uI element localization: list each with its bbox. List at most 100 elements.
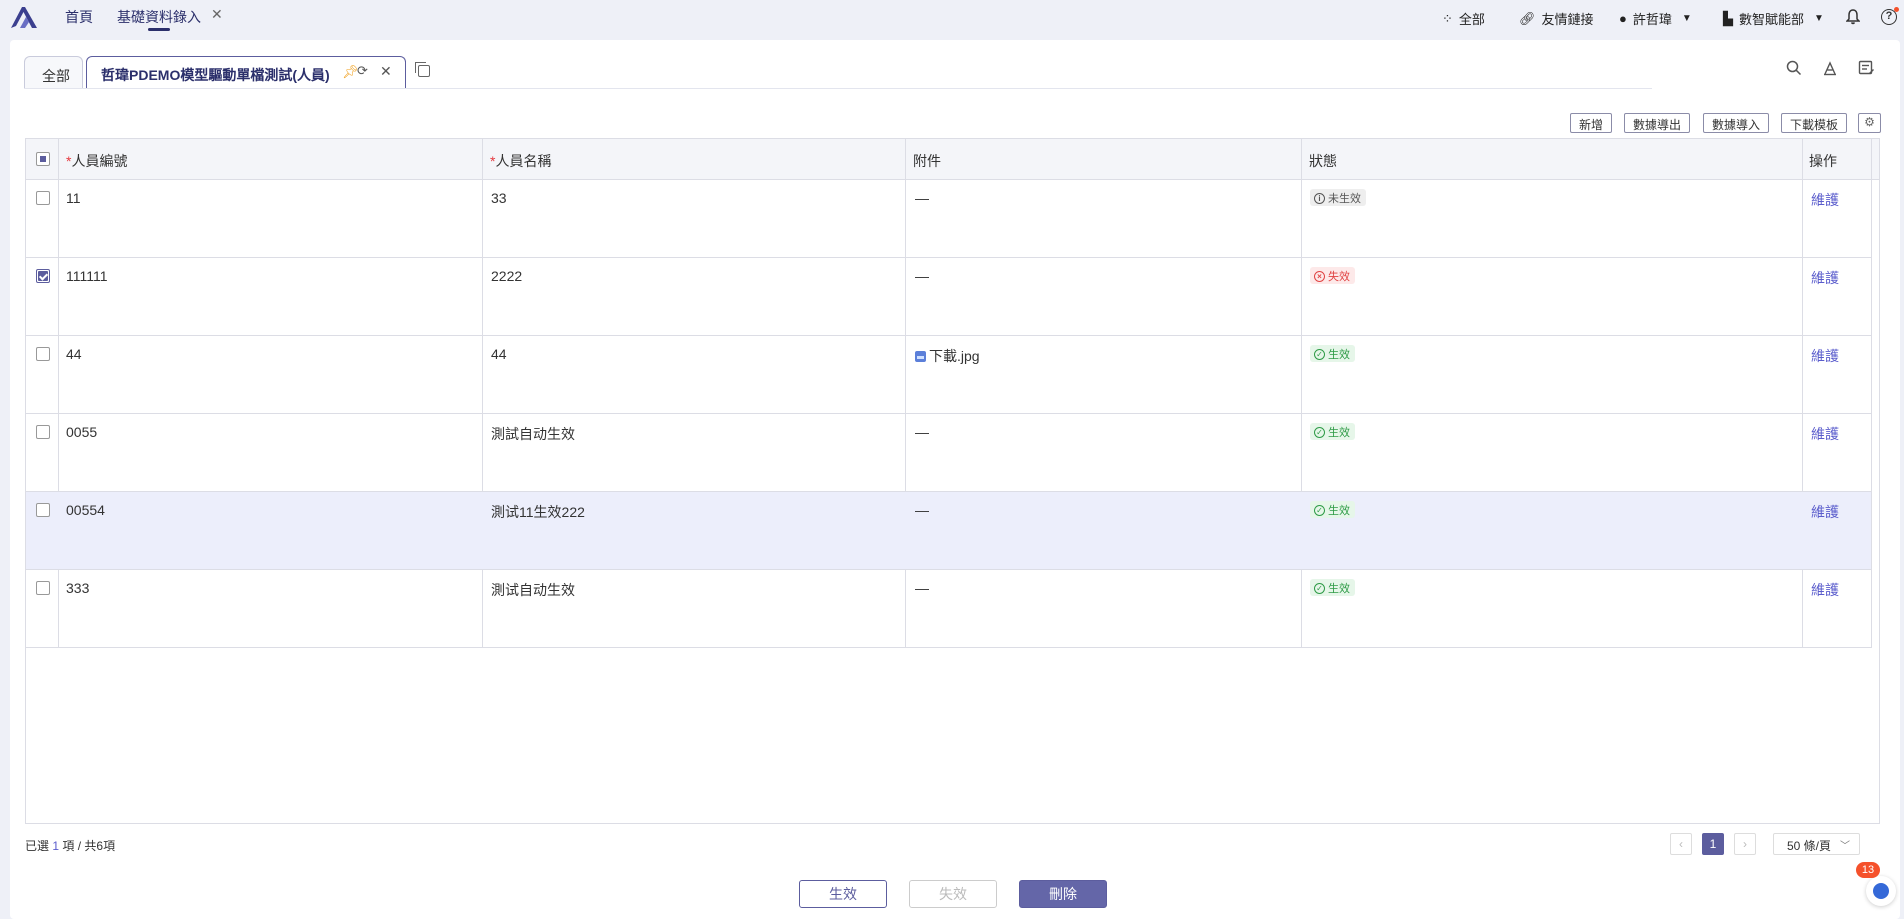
select-all-checkbox[interactable] xyxy=(36,152,50,166)
chat-button[interactable] xyxy=(1866,876,1896,906)
department-name: 數智賦能部 xyxy=(1739,12,1805,27)
chevron-down-icon: ▼ xyxy=(1814,13,1824,24)
prev-page-button[interactable]: ‹ xyxy=(1670,833,1692,855)
cell-name: 測试11生效222 xyxy=(491,504,585,520)
deactivate-button[interactable]: 失效 xyxy=(909,880,997,908)
cell-name: 44 xyxy=(491,346,507,362)
column-header-attachment[interactable]: 附件 xyxy=(913,151,941,171)
chevron-down-icon: ﹀ xyxy=(1840,841,1850,852)
status-badge: i 未生效 xyxy=(1310,189,1366,206)
search-icon[interactable] xyxy=(1785,59,1803,77)
top-bar: 首頁 基礎資料錄入 ✕ ⁘ 全部 🔗︎ 友情鏈接 ● 許哲瑋 ▼ ▙ 數智賦能部… xyxy=(0,0,1904,36)
form-icon[interactable] xyxy=(1857,59,1875,77)
table-row[interactable]: 111111 2222 — × 失效 維護 xyxy=(26,258,1871,336)
user-menu[interactable]: ● 許哲瑋 ▼ xyxy=(1619,9,1692,28)
cell-code: 333 xyxy=(66,580,90,596)
row-checkbox[interactable] xyxy=(36,269,50,283)
check-circle-icon: ✓ xyxy=(1314,348,1325,360)
user-icon: ● xyxy=(1619,11,1627,26)
all-apps-menu[interactable]: ⁘ 全部 xyxy=(1442,9,1485,28)
attachment-filename: 下載.jpg xyxy=(929,348,980,364)
column-header-code-label: 人員編號 xyxy=(71,153,128,169)
cell-code: 11 xyxy=(66,190,81,206)
delete-button[interactable]: 刪除 xyxy=(1019,880,1107,908)
app-logo[interactable] xyxy=(8,4,40,30)
grid-icon: ⁘ xyxy=(1442,10,1453,26)
status-badge: ✓ 生效 xyxy=(1310,345,1355,362)
data-table: *人員編號 *人員名稱 附件 狀態 操作 11 33 — i 未生效 維護 111… xyxy=(25,138,1880,824)
user-switch-icon[interactable] xyxy=(1821,59,1839,77)
nav-tab-close-icon[interactable]: ✕ xyxy=(211,6,223,23)
attachment-file[interactable]: 下載.jpg xyxy=(915,346,980,366)
status-label: 生效 xyxy=(1328,427,1350,439)
cell-name: 2222 xyxy=(491,268,523,284)
selection-info: 已選 1 項 / 共6項 xyxy=(25,837,115,854)
table-row[interactable]: 00554 測试11生效222 — ✓ 生效 維護 xyxy=(26,492,1871,570)
bell-icon[interactable] xyxy=(1846,9,1860,25)
selection-suffix: 項 / 共6項 xyxy=(62,839,116,853)
cell-attachment: — xyxy=(915,424,929,440)
copy-icon[interactable] xyxy=(415,62,430,77)
column-header-status[interactable]: 狀態 xyxy=(1309,151,1337,171)
row-checkbox[interactable] xyxy=(36,425,50,439)
column-header-actions: 操作 xyxy=(1809,153,1837,169)
status-badge: ✓ 生效 xyxy=(1310,579,1355,596)
status-badge: ✓ 生效 xyxy=(1310,501,1355,518)
user-name: 許哲瑋 xyxy=(1632,12,1672,27)
maintain-link[interactable]: 維護 xyxy=(1811,268,1839,288)
next-page-button[interactable]: › xyxy=(1734,833,1756,855)
status-label: 生效 xyxy=(1328,583,1350,595)
table-header: *人員編號 *人員名稱 附件 狀態 操作 xyxy=(26,139,1879,180)
row-checkbox[interactable] xyxy=(36,503,50,517)
column-settings-button[interactable]: ⚙ xyxy=(1858,113,1881,133)
refresh-icon[interactable]: ⟳ xyxy=(357,63,368,79)
download-template-button[interactable]: 下載模板 xyxy=(1781,113,1848,133)
cell-code: 44 xyxy=(66,346,82,362)
maintain-link[interactable]: 維護 xyxy=(1811,502,1839,522)
column-header-name-label: 人員名稱 xyxy=(495,153,552,169)
maintain-link[interactable]: 維護 xyxy=(1811,346,1839,366)
add-button[interactable]: 新增 xyxy=(1570,113,1613,133)
nav-tab-basic-data[interactable]: 基礎資料錄入 xyxy=(117,7,201,27)
page-size-value: 50 條/頁 xyxy=(1787,839,1832,853)
maintain-link[interactable]: 維護 xyxy=(1811,580,1839,600)
activate-button[interactable]: 生效 xyxy=(799,880,887,908)
table-row[interactable]: 44 44 下載.jpg ✓ 生效 維護 xyxy=(26,336,1871,414)
row-checkbox[interactable] xyxy=(36,191,50,205)
info-icon: i xyxy=(1314,192,1325,204)
page-size-select[interactable]: 50 條/頁 ﹀ xyxy=(1773,833,1860,855)
export-button[interactable]: 數據導出 xyxy=(1624,113,1691,133)
cell-code: 111111 xyxy=(66,268,108,284)
column-header-code[interactable]: *人員編號 xyxy=(66,151,127,171)
status-badge: × 失效 xyxy=(1310,267,1355,284)
cell-code: 0055 xyxy=(66,424,98,440)
status-badge: ✓ 生效 xyxy=(1310,423,1355,440)
cell-attachment: — xyxy=(915,268,929,284)
links-menu[interactable]: 🔗︎ 友情鏈接 xyxy=(1519,9,1594,28)
row-checkbox[interactable] xyxy=(36,347,50,361)
cell-attachment: — xyxy=(915,502,929,518)
table-row[interactable]: 11 33 — i 未生效 維護 xyxy=(26,180,1871,258)
maintain-link[interactable]: 維護 xyxy=(1811,424,1839,444)
link-icon: 🔗︎ xyxy=(1519,10,1536,26)
cell-attachment: — xyxy=(915,190,929,206)
department-menu[interactable]: ▙ 數智賦能部 ▼ xyxy=(1723,9,1824,28)
row-checkbox[interactable] xyxy=(36,581,50,595)
column-header-name[interactable]: *人員名稱 xyxy=(490,151,551,171)
help-notification-dot xyxy=(1894,7,1899,12)
status-label: 生效 xyxy=(1328,349,1350,361)
table-row[interactable]: 0055 測試自动生效 — ✓ 生效 維護 xyxy=(26,414,1871,492)
cell-name: 測試自动生效 xyxy=(491,426,575,442)
check-circle-icon: ✓ xyxy=(1314,582,1325,594)
close-circle-icon: × xyxy=(1314,270,1325,282)
cell-name: 33 xyxy=(491,190,507,206)
maintain-link[interactable]: 維護 xyxy=(1811,190,1839,210)
tab-all[interactable]: 全部 xyxy=(24,56,83,89)
status-label: 生效 xyxy=(1328,505,1350,517)
links-label: 友情鏈接 xyxy=(1541,12,1594,27)
tab-close-icon[interactable]: ✕ xyxy=(380,63,392,80)
import-button[interactable]: 數據導入 xyxy=(1703,113,1770,133)
page-number-button[interactable]: 1 xyxy=(1702,833,1724,855)
table-row[interactable]: 333 測试自动生效 — ✓ 生效 維護 xyxy=(26,570,1871,648)
nav-home[interactable]: 首頁 xyxy=(65,7,93,27)
